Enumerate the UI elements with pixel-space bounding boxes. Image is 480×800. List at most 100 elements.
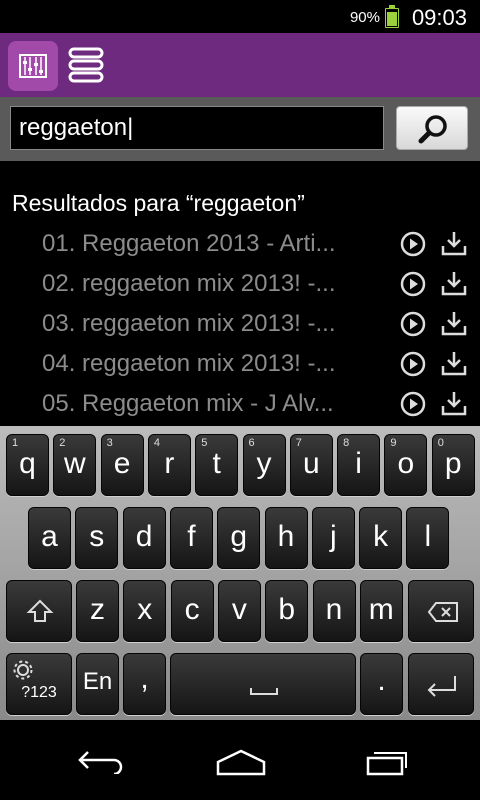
key-label: w [63,447,86,480]
result-item[interactable]: 01. Reggaeton 2013 - Arti... [0,224,480,264]
play-icon[interactable] [399,350,427,378]
play-icon[interactable] [399,230,427,258]
key-a[interactable]: a [28,507,71,569]
key-w[interactable]: 2w [53,434,97,496]
home-icon[interactable] [215,748,267,776]
key-x[interactable]: x [123,580,167,642]
key-e[interactable]: 3e [100,434,144,496]
key-label: y [256,447,272,480]
download-icon[interactable] [440,349,468,377]
key-label: f [187,520,196,553]
key-label: p [444,447,462,480]
shift-key[interactable] [6,580,72,642]
symbols-key[interactable]: ?123 [6,653,72,715]
key-label: t [212,447,221,480]
key-p[interactable]: 0p [431,434,475,496]
recent-apps-icon[interactable] [360,748,408,776]
results-title: Resultados para “reggaeton” [12,190,305,216]
key-label: En [82,668,113,695]
key-label: c [184,593,200,626]
download-icon[interactable] [440,309,468,337]
key-z[interactable]: z [76,580,119,642]
key-b[interactable]: b [265,580,309,642]
result-title: 04. reggaeton mix 2013! -... [42,350,336,377]
key-r[interactable]: 4r [147,434,191,496]
navigation-bar [0,720,480,800]
period-key[interactable]: . [360,653,403,715]
menu-icon[interactable] [66,47,106,83]
download-icon[interactable] [440,389,468,417]
search-input[interactable] [10,106,384,150]
shift-icon [26,599,54,622]
backspace-icon [427,602,458,622]
key-label: e [113,447,131,480]
key-label: g [230,520,248,553]
key-label: j [329,520,337,553]
key-v[interactable]: v [217,580,261,642]
key-label: s [89,520,105,553]
key-label: d [135,520,153,553]
key-label: k [373,520,389,553]
play-icon[interactable] [399,310,427,338]
download-icon[interactable] [440,229,468,257]
battery-icon [385,5,399,28]
comma-key[interactable]: , [123,653,166,715]
language-key[interactable]: En [76,653,119,715]
key-s[interactable]: s [75,507,119,569]
key-label: , [140,662,149,695]
key-label: v [231,593,247,626]
battery-percent: 90% [349,9,380,26]
result-title: 01. Reggaeton 2013 - Arti... [42,230,336,257]
search-button[interactable] [396,106,468,150]
key-m[interactable]: m [359,580,403,642]
key-d[interactable]: d [122,507,166,569]
key-label: o [397,447,415,480]
key-h[interactable]: h [264,507,308,569]
result-title: 05. Reggaeton mix - J Alv... [42,390,334,417]
search-bar [0,97,480,161]
key-f[interactable]: f [169,507,213,569]
enter-icon [427,676,456,697]
key-k[interactable]: k [359,507,403,569]
key-label: u [302,447,320,480]
key-j[interactable]: j [311,507,355,569]
download-icon[interactable] [440,269,468,297]
space-key[interactable] [170,653,356,715]
key-label: z [90,593,105,626]
key-c[interactable]: c [170,580,214,642]
key-n[interactable]: n [312,580,356,642]
key-i[interactable]: 8i [337,434,381,496]
result-item[interactable]: 03. reggaeton mix 2013! -... [0,304,480,344]
key-u[interactable]: 7u [289,434,333,496]
key-g[interactable]: g [217,507,261,569]
key-q[interactable]: 1q [6,434,49,496]
soft-keyboard: 1 q 2 w 3 e 4 r 5 t 6 y 7 u 8 i 9 o 0 p a s d f g h j k l z x c v b n m ?123… [0,426,480,720]
key-label: h [277,520,295,553]
key-label: r [164,447,175,480]
key-label: n [325,593,343,626]
play-icon[interactable] [399,390,427,418]
play-icon[interactable] [399,270,427,298]
key-label: ?123 [21,684,57,701]
app-bar [0,33,480,97]
key-label: m [368,593,394,626]
key-label: i [355,447,362,480]
enter-key[interactable] [408,653,474,715]
key-label: l [424,520,432,553]
search-icon [418,115,447,144]
result-item[interactable]: 05. Reggaeton mix - J Alv... [0,384,480,424]
backspace-key[interactable] [408,580,474,642]
key-y[interactable]: 6y [242,434,286,496]
key-t[interactable]: 5t [195,434,239,496]
settings-icon [13,660,33,680]
status-bar: 90% 09:03 [0,0,480,33]
key-label: q [19,447,36,480]
key-l[interactable]: l [406,507,450,569]
back-icon[interactable] [76,748,126,774]
key-label: a [41,520,58,553]
key-label: . [377,664,386,697]
result-item[interactable]: 04. reggaeton mix 2013! -... [0,344,480,384]
result-item[interactable]: 02. reggaeton mix 2013! -... [0,264,480,304]
key-o[interactable]: 9o [384,434,428,496]
equalizer-logo-icon[interactable] [8,41,58,91]
